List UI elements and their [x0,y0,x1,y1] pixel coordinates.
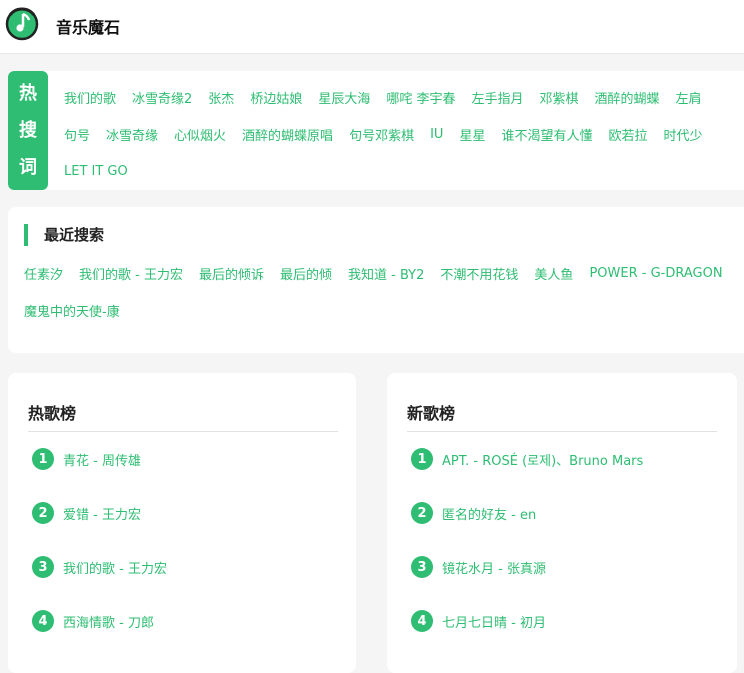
app-header: 音乐魔石 [0,0,744,54]
recent-search-title: 最近搜索 [24,224,104,246]
hot-badge-char: 热 [19,83,37,104]
recent-search-row: 任素汐 我们的歌 - 王力宏 最后的倾诉 最后的倾 我知道 - BY2 不潮不用花钱 美人鱼… [16,255,744,292]
song-title[interactable]: 青花 - 周传雄 [63,450,141,469]
rank-badge: 1 [411,448,433,470]
rank-badge: 1 [32,448,54,470]
music-note-logo-icon[interactable] [4,5,40,41]
song-title[interactable]: APT. - ROSÉ (로제)、Bruno Mars [442,450,643,469]
hot-search-link[interactable]: 欧若拉 [608,125,647,144]
hot-search-badge: 热 搜 词 [8,71,48,190]
hot-search-link[interactable]: 酒醉的蝴蝶原唱 [242,125,333,144]
song-title[interactable]: 镜花水月 - 张真源 [442,558,546,577]
rank-badge: 4 [411,610,433,632]
song-list-item[interactable]: 3 镜花水月 - 张真源 [411,555,546,579]
song-list-item[interactable]: 1 青花 - 周传雄 [32,447,141,471]
rank-badge: 2 [411,502,433,524]
song-title[interactable]: 我们的歌 - 王力宏 [63,558,167,577]
recent-search-link[interactable]: 魔鬼中的天使-康 [24,301,120,320]
song-list-item[interactable]: 2 爱错 - 王力宏 [32,501,141,525]
hot-search-link[interactable]: 心似烟火 [174,125,226,144]
hot-search-words: 我们的歌 冰雪奇缘2 张杰 桥边姑娘 星辰大海 哪咤 李宇春 左手指月 邓紫棋 酒醉的蝴蝶 左肩句… [56,79,744,190]
hot-search-link[interactable]: LET IT GO [64,164,128,179]
song-list-item[interactable]: 4 西海情歌 - 刀郎 [32,609,154,633]
hot-search-link[interactable]: 谁不渴望有人懂 [501,125,592,144]
divider [407,431,717,432]
recent-search-link[interactable]: 最后的倾诉 [199,264,264,283]
hot-chart-card: 热歌榜 1 青花 - 周传雄 2 爱错 - 王力宏 3 我们的歌 - 王力宏 4 西海情歌 -… [8,373,356,673]
new-chart-title: 新歌榜 [407,404,456,423]
recent-search-row: 魔鬼中的天使-康 [16,292,744,329]
recent-search-panel: 最近搜索 任素汐 我们的歌 - 王力宏 最后的倾诉 最后的倾 我知道 - BY2 不潮不用… [8,207,744,353]
hot-search-link[interactable]: 冰雪奇缘2 [132,88,192,107]
recent-search-link[interactable]: 不潮不用花钱 [440,264,518,283]
hot-search-link[interactable]: 句号邓紫棋 [349,125,414,144]
hot-search-link[interactable]: 星辰大海 [318,88,370,107]
hot-search-link[interactable]: 邓紫棋 [540,88,579,107]
divider [28,431,338,432]
hot-search-link[interactable]: 酒醉的蝴蝶 [595,88,660,107]
hot-search-link[interactable]: 张杰 [208,88,234,107]
recent-search-link[interactable]: 我们的歌 - 王力宏 [79,264,183,283]
song-title[interactable]: 爱错 - 王力宏 [63,504,141,523]
hot-search-link[interactable]: IU [430,127,443,142]
recent-search-link[interactable]: 任素汐 [24,264,63,283]
song-list-item[interactable]: 2 匿名的好友 - en [411,501,536,525]
hot-badge-char: 搜 [19,120,37,141]
hot-search-link[interactable]: 左肩 [676,88,702,107]
song-title[interactable]: 七月七日晴 - 初月 [442,612,546,631]
hot-search-link[interactable]: 时代少 [663,125,702,144]
recent-search-link[interactable]: 最后的倾 [280,264,332,283]
recent-search-list: 任素汐 我们的歌 - 王力宏 最后的倾诉 最后的倾 我知道 - BY2 不潮不用花钱 美人鱼… [16,255,744,329]
app-title: 音乐魔石 [56,18,121,37]
hot-search-row: LET IT GO [56,153,744,190]
recent-search-link[interactable]: POWER - G-DRAGON [589,266,722,281]
song-title[interactable]: 匿名的好友 - en [442,504,536,523]
recent-search-link[interactable]: 我知道 - BY2 [348,264,424,283]
recent-search-link[interactable]: 美人鱼 [534,264,573,283]
hot-search-link[interactable]: 左手指月 [471,88,523,107]
hot-search-link[interactable]: 星星 [459,125,485,144]
hot-search-link[interactable]: 哪咤 李宇春 [386,88,455,107]
hot-search-panel: 热 搜 词 我们的歌 冰雪奇缘2 张杰 桥边姑娘 星辰大海 哪咤 李宇春 左手指月 邓紫棋 酒醉… [8,71,744,190]
hot-search-link[interactable]: 冰雪奇缘 [106,125,158,144]
song-list-item[interactable]: 3 我们的歌 - 王力宏 [32,555,167,579]
rank-badge: 3 [32,556,54,578]
song-list-item[interactable]: 1 APT. - ROSÉ (로제)、Bruno Mars [411,447,643,471]
song-list-item[interactable]: 4 七月七日晴 - 初月 [411,609,546,633]
hot-search-row: 句号 冰雪奇缘 心似烟火 酒醉的蝴蝶原唱 句号邓紫棋 IU 星星 谁不渴望有人懂 欧若拉 时代少 [56,116,744,153]
rank-badge: 4 [32,610,54,632]
song-title[interactable]: 西海情歌 - 刀郎 [63,612,154,631]
hot-chart-title: 热歌榜 [28,404,77,423]
hot-badge-char: 词 [19,157,37,178]
hot-search-link[interactable]: 句号 [64,125,90,144]
new-chart-card: 新歌榜 1 APT. - ROSÉ (로제)、Bruno Mars 2 匿名的好友 -… [387,373,737,673]
hot-search-row: 我们的歌 冰雪奇缘2 张杰 桥边姑娘 星辰大海 哪咤 李宇春 左手指月 邓紫棋 酒醉的蝴蝶 左肩 [56,79,744,116]
rank-badge: 2 [32,502,54,524]
hot-search-link[interactable]: 我们的歌 [64,88,116,107]
rank-badge: 3 [411,556,433,578]
hot-search-link[interactable]: 桥边姑娘 [250,88,302,107]
